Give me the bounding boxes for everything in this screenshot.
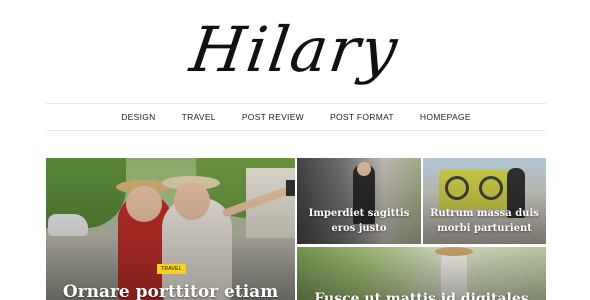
nav-divider-bottom: [46, 130, 546, 131]
nav-item-travel[interactable]: TRAVEL: [182, 112, 216, 122]
nav-item-post-review[interactable]: POST REVIEW: [242, 112, 304, 122]
nav-item-design[interactable]: DESIGN: [121, 112, 155, 122]
featured-post-main-title[interactable]: Ornare porttitor etiam: [46, 282, 295, 300]
logo-text: Hilary: [186, 13, 404, 86]
image-overlay: [46, 158, 295, 300]
featured-post-small-2-title[interactable]: Rutrum massa duis morbi parturient: [423, 206, 546, 236]
featured-post-main[interactable]: Ornare porttitor etiam: [46, 158, 295, 300]
site-logo[interactable]: Hilary: [0, 4, 590, 96]
featured-post-small-3[interactable]: Fusce ut mattis id digitales: [297, 247, 546, 300]
category-badge[interactable]: TRAVEL: [157, 264, 186, 274]
featured-post-small-3-title[interactable]: Fusce ut mattis id digitales: [297, 291, 546, 300]
main-nav: DESIGN TRAVEL POST REVIEW POST FORMAT HO…: [46, 104, 546, 130]
featured-post-small-1[interactable]: Imperdiet sagittis eros justo: [297, 158, 421, 244]
featured-post-small-2[interactable]: Rutrum massa duis morbi parturient: [423, 158, 546, 244]
nav-item-homepage[interactable]: HOMEPAGE: [420, 112, 471, 122]
nav-item-post-format[interactable]: POST FORMAT: [330, 112, 394, 122]
featured-post-small-1-title[interactable]: Imperdiet sagittis eros justo: [297, 206, 421, 236]
